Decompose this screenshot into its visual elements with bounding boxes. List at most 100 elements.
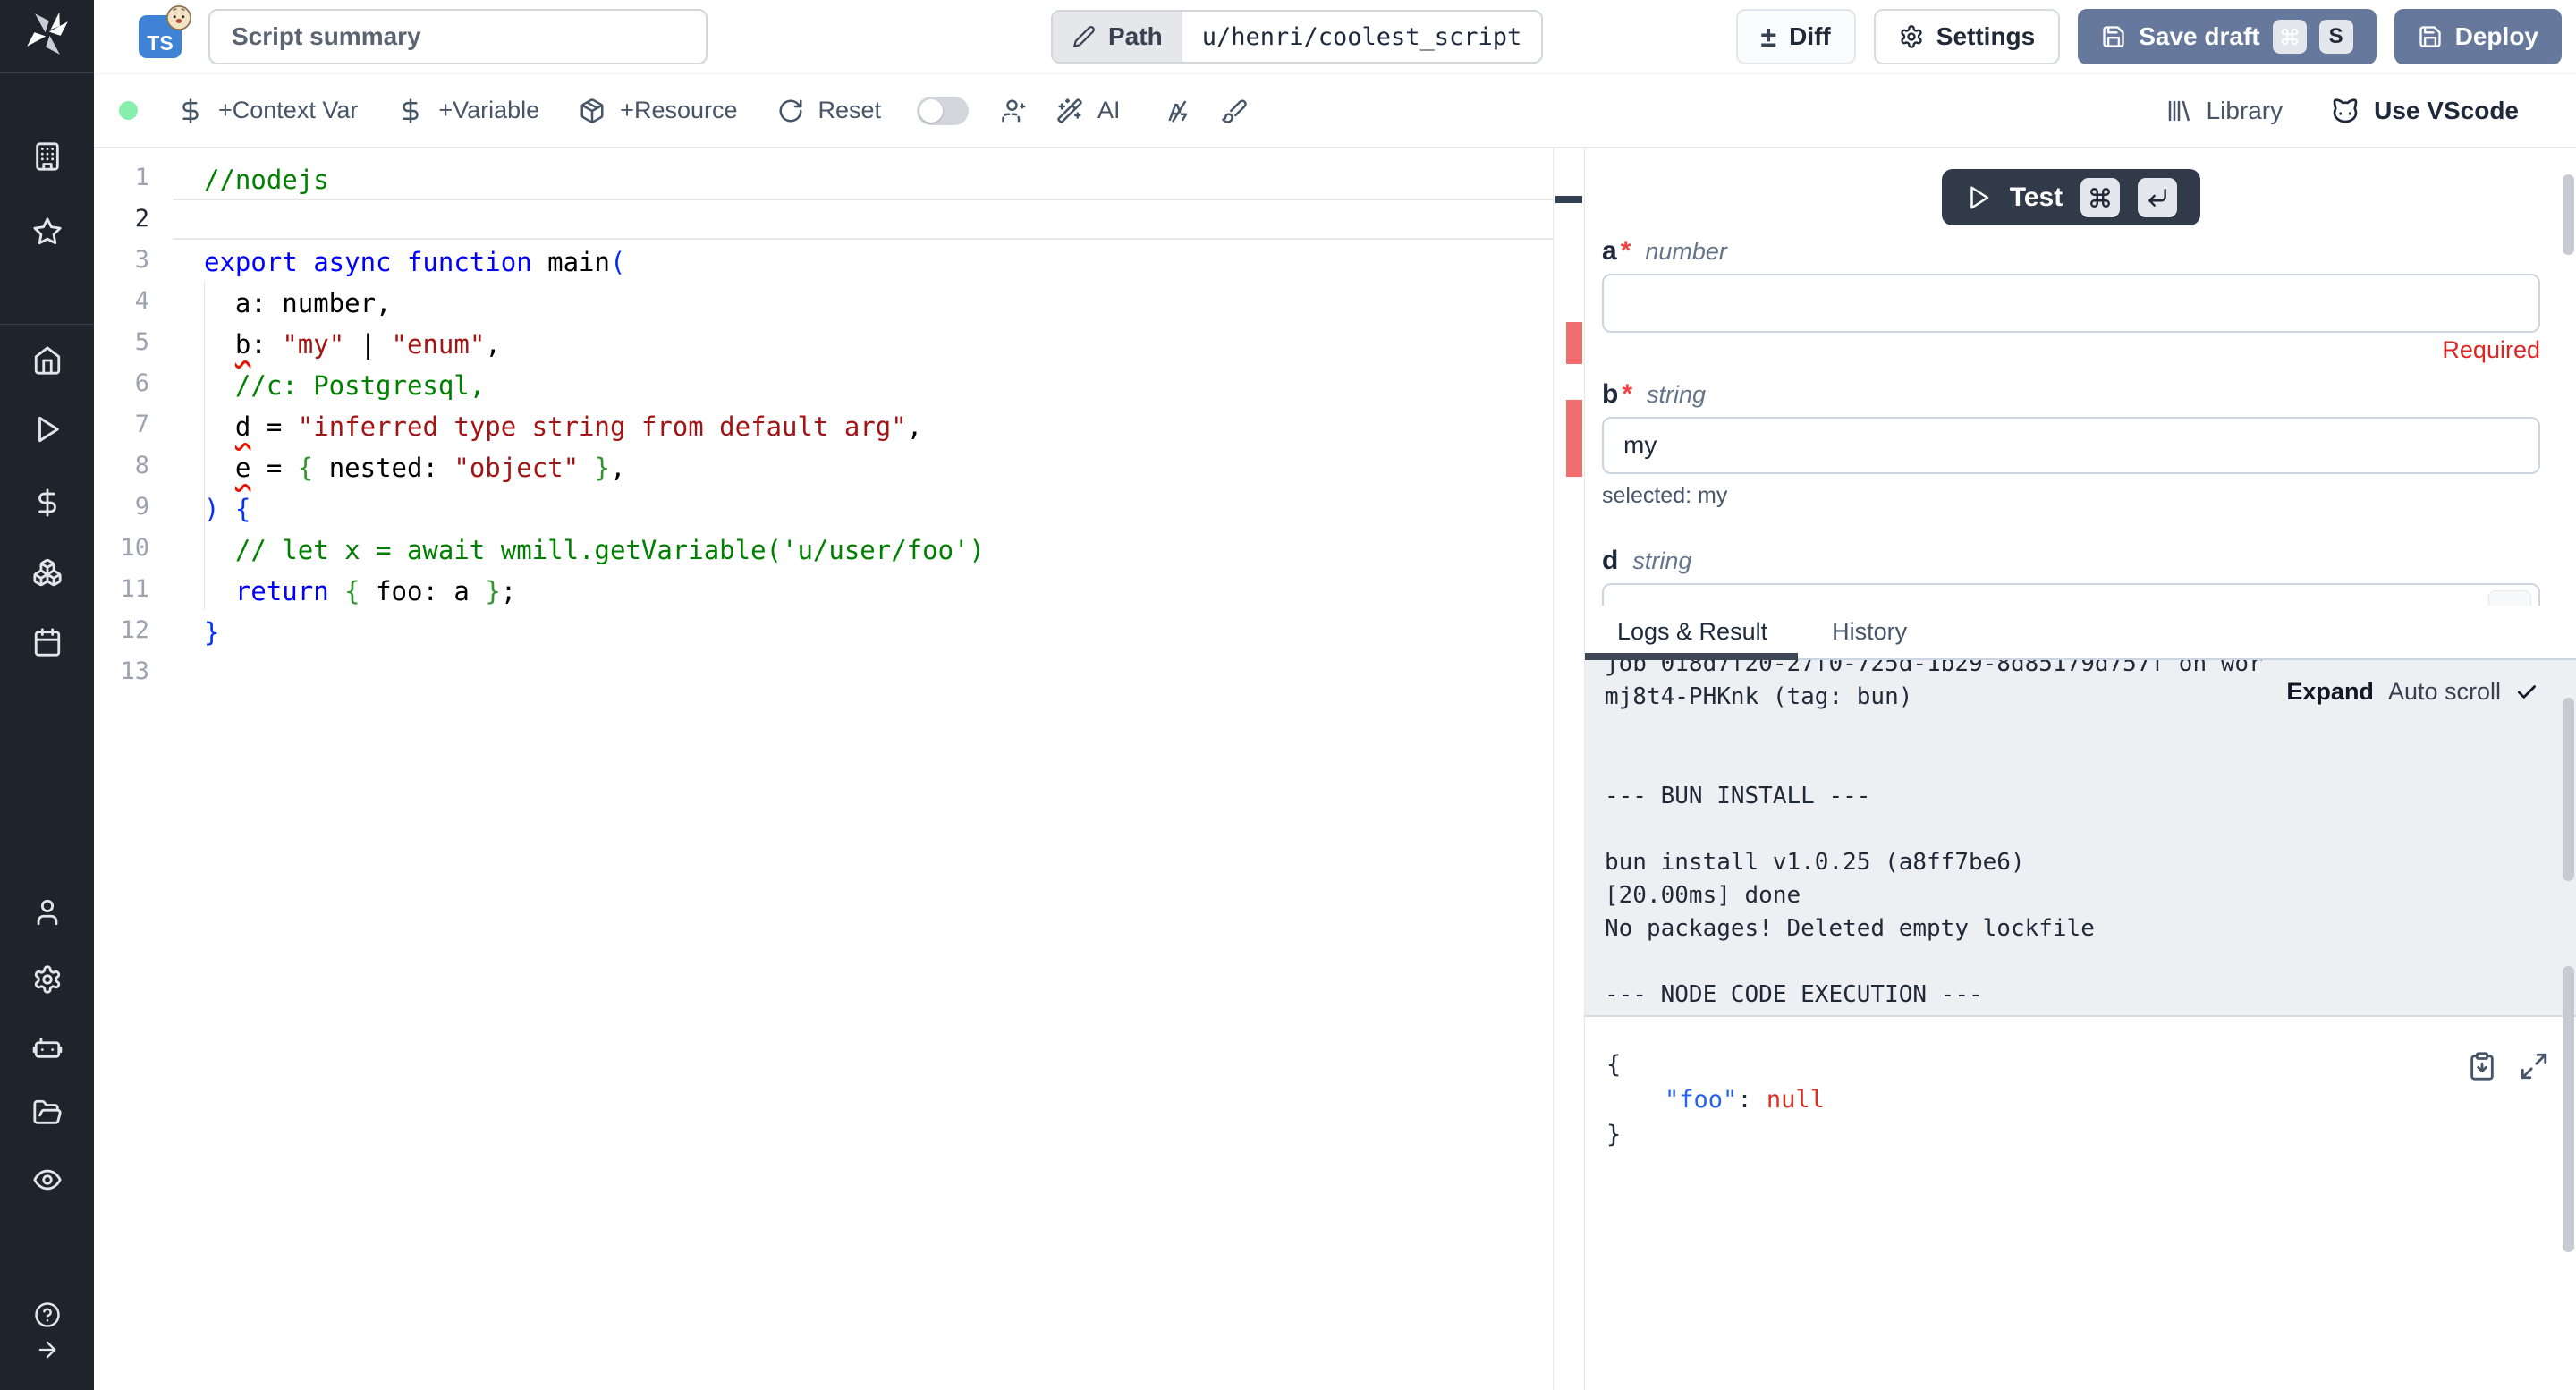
- sidebar-item-schedules[interactable]: [0, 627, 94, 657]
- sidebar-collapse-toggle[interactable]: [0, 1337, 94, 1362]
- code-line[interactable]: 5 b: "my" | "enum",: [94, 322, 1553, 363]
- sidebar-item-users[interactable]: [0, 897, 94, 928]
- code-line[interactable]: 1//nodejs: [94, 157, 1553, 199]
- sidebar-item-audit-logs[interactable]: [0, 1165, 94, 1195]
- sidebar-item-variables[interactable]: [0, 487, 94, 518]
- sidebar-item-workers[interactable]: [0, 1031, 94, 1062]
- library-button[interactable]: Library: [2165, 97, 2284, 125]
- add-resource-button[interactable]: +Resource: [579, 97, 737, 124]
- windmill-app: TS Path u/henri/coolest_script: [0, 0, 2576, 1390]
- code-line-text: }: [173, 610, 1553, 651]
- reset-label: Reset: [818, 97, 882, 124]
- field-name: a: [1602, 236, 1617, 267]
- status-dot: [119, 101, 138, 120]
- path-edit-button[interactable]: Path: [1053, 12, 1182, 62]
- sidebar-divider: [0, 72, 94, 73]
- copy-clipboard-icon[interactable]: [2467, 1051, 2497, 1081]
- diff-button[interactable]: ± Diff: [1736, 9, 1856, 64]
- maximize-icon[interactable]: [2519, 1051, 2549, 1081]
- gear-icon: [32, 964, 63, 995]
- use-vscode-label: Use VScode: [2374, 97, 2519, 125]
- code-line[interactable]: 3export async function main(: [94, 240, 1553, 281]
- result-scrollbar-thumb[interactable]: [2563, 966, 2574, 1252]
- log-line: [1605, 714, 2576, 747]
- logs-scrollbar-thumb[interactable]: [2563, 698, 2574, 881]
- line-number: 9: [94, 487, 173, 528]
- dollar-icon: [32, 487, 63, 518]
- code-line[interactable]: 10 // let x = await wmill.getVariable('u…: [94, 528, 1553, 569]
- save-icon: [2101, 24, 2126, 49]
- ai-gen-button[interactable]: AI: [1056, 97, 1121, 124]
- script-summary-input[interactable]: [208, 9, 708, 64]
- log-line: --- BUN INSTALL ---: [1605, 780, 2576, 813]
- code-line[interactable]: 9) {: [94, 487, 1553, 528]
- editor-overview-ruler: [1553, 148, 1585, 1390]
- field-a-error: Required: [1602, 336, 2540, 365]
- arrow-right-icon: [35, 1337, 60, 1362]
- sidebar-item-favorites[interactable]: [0, 216, 94, 247]
- code-line-text: [173, 199, 1553, 240]
- add-variable-button[interactable]: +Variable: [397, 97, 539, 124]
- code-line[interactable]: 6 //c: Postgresql,: [94, 363, 1553, 404]
- field-b-input[interactable]: [1602, 417, 2540, 474]
- diff-icon: ±: [1761, 22, 1777, 51]
- code-line[interactable]: 4 a: number,: [94, 281, 1553, 322]
- field-a-input[interactable]: [1602, 274, 2540, 333]
- settings-button[interactable]: Settings: [1874, 9, 2060, 64]
- active-tab-underline: [1585, 653, 1798, 660]
- code-line[interactable]: 13: [94, 651, 1553, 692]
- library-label: Library: [2207, 97, 2284, 125]
- sidebar-item-workspace[interactable]: [0, 141, 94, 172]
- autoscroll-toggle[interactable]: Auto scroll: [2388, 678, 2501, 706]
- log-line: --- NODE CODE EXECUTION ---: [1605, 979, 2576, 1012]
- multiplayer-toggle[interactable]: [917, 97, 969, 125]
- logs-panel[interactable]: job 018d7f20-27f0-725d-1b29-8d85179d757f…: [1585, 660, 2576, 1015]
- line-number: 3: [94, 240, 173, 281]
- code-line-text: return { foo: a };: [173, 569, 1553, 610]
- code-line[interactable]: 7 d = "inferred type string from default…: [94, 404, 1553, 445]
- field-d-input[interactable]: [1602, 583, 2540, 606]
- format-brush-icon[interactable]: [1221, 97, 1248, 124]
- splitter-drag-handle[interactable]: [1555, 196, 1582, 203]
- sidebar-item-runs[interactable]: [0, 414, 94, 445]
- result-json-open: {: [1606, 1047, 2576, 1082]
- use-vscode-button[interactable]: Use VScode: [2331, 97, 2519, 125]
- editor-toolbar: +Context Var +Variable +Resource Reset A…: [94, 74, 2576, 148]
- field-d-expand-button[interactable]: [2488, 590, 2531, 606]
- windmill-logo-icon[interactable]: [0, 11, 94, 57]
- topbar-actions: ± Diff Settings Save draft S Deploy: [1736, 9, 2562, 64]
- code-line[interactable]: 2: [94, 199, 1553, 240]
- sidebar-item-settings[interactable]: [0, 964, 94, 995]
- sidebar-item-resources[interactable]: [0, 557, 94, 588]
- settings-button-label: Settings: [1936, 22, 2035, 51]
- form-scrollbar-thumb[interactable]: [2563, 174, 2574, 255]
- code-editor[interactable]: 1//nodejs2 3export async function main(4…: [94, 148, 1553, 1390]
- deploy-button[interactable]: Deploy: [2394, 9, 2562, 64]
- sidebar-item-home[interactable]: [0, 345, 94, 376]
- expand-button[interactable]: Expand: [2286, 678, 2374, 706]
- sidebar-item-help[interactable]: [0, 1301, 94, 1328]
- dollar-icon: [177, 97, 204, 124]
- command-key-icon: [2080, 178, 2120, 217]
- save-draft-button[interactable]: Save draft S: [2078, 9, 2376, 64]
- code-line[interactable]: 12}: [94, 610, 1553, 651]
- line-number: 13: [94, 651, 173, 692]
- code-line[interactable]: 8 e = { nested: "object" },: [94, 445, 1553, 487]
- add-context-var-button[interactable]: +Context Var: [177, 97, 358, 124]
- sidebar-divider: [0, 324, 94, 325]
- tab-history[interactable]: History: [1800, 606, 1939, 658]
- disable-assistant-icon[interactable]: [1164, 97, 1191, 124]
- result-json-value: null: [1767, 1086, 1825, 1114]
- path-control[interactable]: Path u/henri/coolest_script: [1051, 10, 1543, 64]
- add-context-var-label: +Context Var: [218, 97, 358, 124]
- tab-logs-result[interactable]: Logs & Result: [1585, 606, 1800, 658]
- sidebar-item-folders[interactable]: [0, 1098, 94, 1128]
- multiplayer-users-icon[interactable]: [1001, 97, 1028, 124]
- result-json-kv: "foo": null: [1606, 1082, 2576, 1117]
- reset-button[interactable]: Reset: [777, 97, 882, 124]
- code-line[interactable]: 11 return { foo: a };: [94, 569, 1553, 610]
- code-line-text: ) {: [173, 487, 1553, 528]
- code-line-text: export async function main(: [173, 240, 1553, 281]
- eye-icon: [32, 1165, 63, 1195]
- test-button[interactable]: Test: [1942, 169, 2200, 225]
